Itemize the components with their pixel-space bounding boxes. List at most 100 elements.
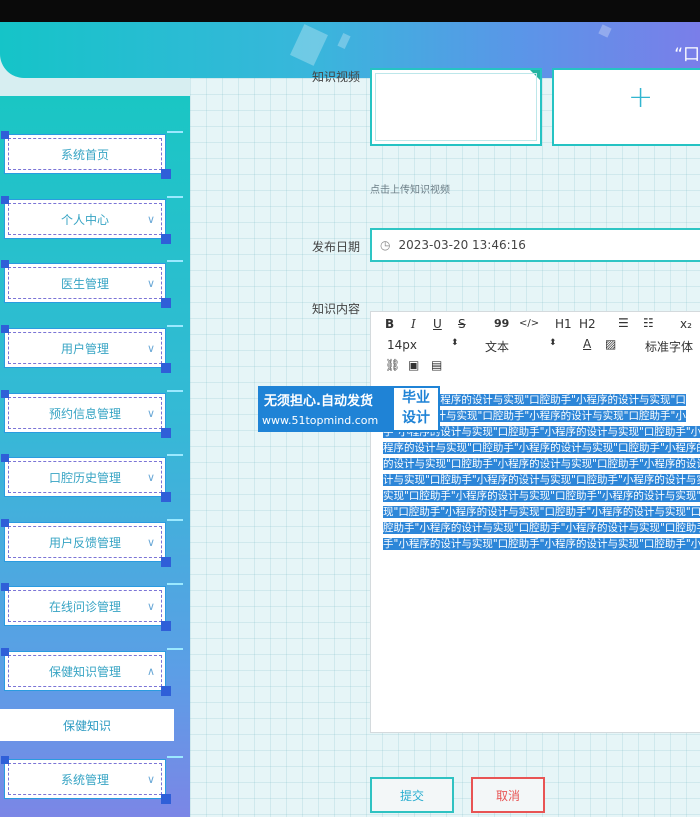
italic-button[interactable]: I <box>411 317 416 331</box>
format-select[interactable]: 文本 <box>485 338 509 355</box>
window-top-bar <box>0 0 700 22</box>
watermark-badge-bottom: 设计 <box>402 410 430 426</box>
chevron-icon: ∨ <box>146 213 155 226</box>
watermark-badge-top: 毕业 <box>402 390 430 406</box>
selected-text: 腔助手"小程序的设计与实现"口腔助手"小程序的设计与实现"口腔助手"小 <box>383 522 700 534</box>
header1-button[interactable]: H1 <box>555 317 572 331</box>
menu-side-line <box>167 454 183 456</box>
font-family-select[interactable]: 标准字体 <box>645 338 693 355</box>
sidebar-item[interactable]: 用户管理 ∨ <box>1 325 183 373</box>
menu-corner-decoration <box>1 131 9 139</box>
app-title: “口 <box>674 45 700 65</box>
menu-corner-decoration <box>1 756 9 764</box>
video-icon[interactable]: ▤ <box>431 358 442 372</box>
editor-toolbar: B I U S 99 </> H1 H2 ☰ ☷ x₂ 14px ⬍ 文本 ⬍ … <box>371 312 700 380</box>
menu-corner-decoration <box>1 648 9 656</box>
sidebar-item-label: 个人中心 <box>60 212 109 227</box>
font-size-select[interactable]: 14px <box>387 338 417 352</box>
menu-corner-decoration <box>161 794 171 804</box>
sidebar-item[interactable]: 系统管理 ∨ <box>1 756 183 804</box>
menu-corner-decoration <box>1 454 9 462</box>
cancel-button[interactable]: 取消 <box>471 777 545 813</box>
text-color-icon[interactable]: A <box>583 337 591 351</box>
editor-text-line: 计与实现"口腔助手"小程序的设计与实现"口腔助手"小程序的设计与实现" <box>383 472 700 488</box>
menu-corner-decoration <box>161 686 171 696</box>
rich-text-editor[interactable]: B I U S 99 </> H1 H2 ☰ ☷ x₂ 14px ⬍ 文本 ⬍ … <box>370 311 700 733</box>
strike-button[interactable]: S <box>458 317 466 331</box>
video-preview-box[interactable] <box>370 68 542 146</box>
sidebar-item-label: 保健知识管理 <box>48 664 121 679</box>
submit-button[interactable]: 提交 <box>370 777 454 813</box>
video-upload-button[interactable]: + <box>552 68 700 146</box>
editor-text-line: 的设计与实现"口腔助手"小程序的设计与实现"口腔助手"小程序的设计与 <box>383 456 700 472</box>
selected-text: 手"小程序的设计与实现"口腔助手"小程序的设计与实现"口腔助手"小程 <box>383 538 700 550</box>
sidebar-item[interactable]: 保健知识管理 ∧ <box>1 648 183 696</box>
select-arrows-icon[interactable]: ⬍ <box>549 338 557 348</box>
blockquote-button[interactable]: 99 <box>494 317 509 330</box>
submenu-item-health-knowledge[interactable]: 保健知识 <box>0 709 174 741</box>
menu-side-line <box>167 583 183 585</box>
menu-corner-decoration <box>1 325 9 333</box>
image-icon[interactable]: ▣ <box>408 358 419 372</box>
plus-icon: + <box>628 80 654 115</box>
menu-side-line <box>167 131 183 133</box>
menu-side-line <box>167 756 183 758</box>
background-color-icon[interactable]: ▨ <box>605 337 616 351</box>
menu-corner-decoration <box>161 428 171 438</box>
content-label: 知识内容 <box>312 302 361 316</box>
subscript-button[interactable]: x₂ <box>680 317 692 331</box>
clock-icon: ◷ <box>380 238 391 252</box>
editor-text-line: 实现"口腔助手"小程序的设计与实现"口腔助手"小程序的设计与实现"口腔 <box>383 488 700 504</box>
select-arrows-icon[interactable]: ⬍ <box>451 338 459 348</box>
sidebar: 保健知识 系统首页 个人中心 ∨ 医生管理 ∨ 用户管理 ∨ 预约信息管理 ∨ 口腔历史管理 ∨ 用户… <box>0 96 190 817</box>
menu-corner-decoration <box>161 234 171 244</box>
menu-side-line <box>167 390 183 392</box>
chevron-icon: ∨ <box>146 407 155 420</box>
menu-corner-decoration <box>161 169 171 179</box>
header2-button[interactable]: H2 <box>579 317 596 331</box>
watermark-url: www.51topmind.com <box>262 414 379 427</box>
sidebar-item-label: 系统首页 <box>60 147 109 162</box>
bold-button[interactable]: B <box>385 317 394 331</box>
chevron-icon: ∨ <box>146 536 155 549</box>
menu-corner-decoration <box>161 557 171 567</box>
menu-corner-decoration <box>161 492 171 502</box>
video-label: 知识视频 <box>312 70 361 84</box>
sidebar-item[interactable]: 系统首页 <box>1 131 183 179</box>
sidebar-item[interactable]: 在线问诊管理 ∨ <box>1 583 183 631</box>
code-button[interactable]: </> <box>519 318 539 329</box>
underline-button[interactable]: U <box>433 317 442 331</box>
menu-side-line <box>167 196 183 198</box>
chevron-icon: ∨ <box>146 773 155 786</box>
menu-corner-decoration <box>1 390 9 398</box>
sidebar-item-label: 用户管理 <box>60 341 109 356</box>
header-decoration <box>337 32 351 50</box>
sidebar-item[interactable]: 预约信息管理 ∨ <box>1 390 183 438</box>
editor-text-line: 现"口腔助手"小程序的设计与实现"口腔助手"小程序的设计与实现"口腔助 <box>383 504 700 520</box>
header-decoration <box>598 24 612 38</box>
selected-text: 的设计与实现"口腔助手"小程序的设计与实现"口腔助手"小程序的设计与 <box>383 458 700 470</box>
publish-date-value: 2023-03-20 13:46:16 <box>398 238 526 252</box>
menu-side-line <box>167 260 183 262</box>
menu-corner-decoration <box>1 519 9 527</box>
sidebar-item-label: 医生管理 <box>60 276 109 291</box>
preview-corner-mark <box>530 70 540 80</box>
sidebar-item[interactable]: 个人中心 ∨ <box>1 196 183 244</box>
menu-corner-decoration <box>1 196 9 204</box>
bullet-list-icon[interactable]: ☷ <box>643 316 654 330</box>
sidebar-item-label: 用户反馈管理 <box>48 535 121 550</box>
link-icon[interactable]: ⛓ <box>385 358 400 372</box>
sidebar-item[interactable]: 医生管理 ∨ <box>1 260 183 308</box>
sidebar-item[interactable]: 用户反馈管理 ∨ <box>1 519 183 567</box>
sidebar-item-label: 在线问诊管理 <box>48 599 121 614</box>
header-decoration <box>290 24 328 66</box>
sidebar-item[interactable]: 口腔历史管理 ∨ <box>1 454 183 502</box>
date-label: 发布日期 <box>312 240 361 254</box>
publish-date-field[interactable]: ◷ 2023-03-20 13:46:16 <box>370 228 700 262</box>
menu-corner-decoration <box>161 363 171 373</box>
ordered-list-icon[interactable]: ☰ <box>618 316 629 330</box>
sidebar-item-label: 系统管理 <box>60 772 109 787</box>
chevron-icon: ∧ <box>146 665 155 678</box>
watermark-banner: 无须担心.自动发货 www.51topmind.com 毕业 设计 <box>258 386 440 432</box>
menu-side-line <box>167 648 183 650</box>
